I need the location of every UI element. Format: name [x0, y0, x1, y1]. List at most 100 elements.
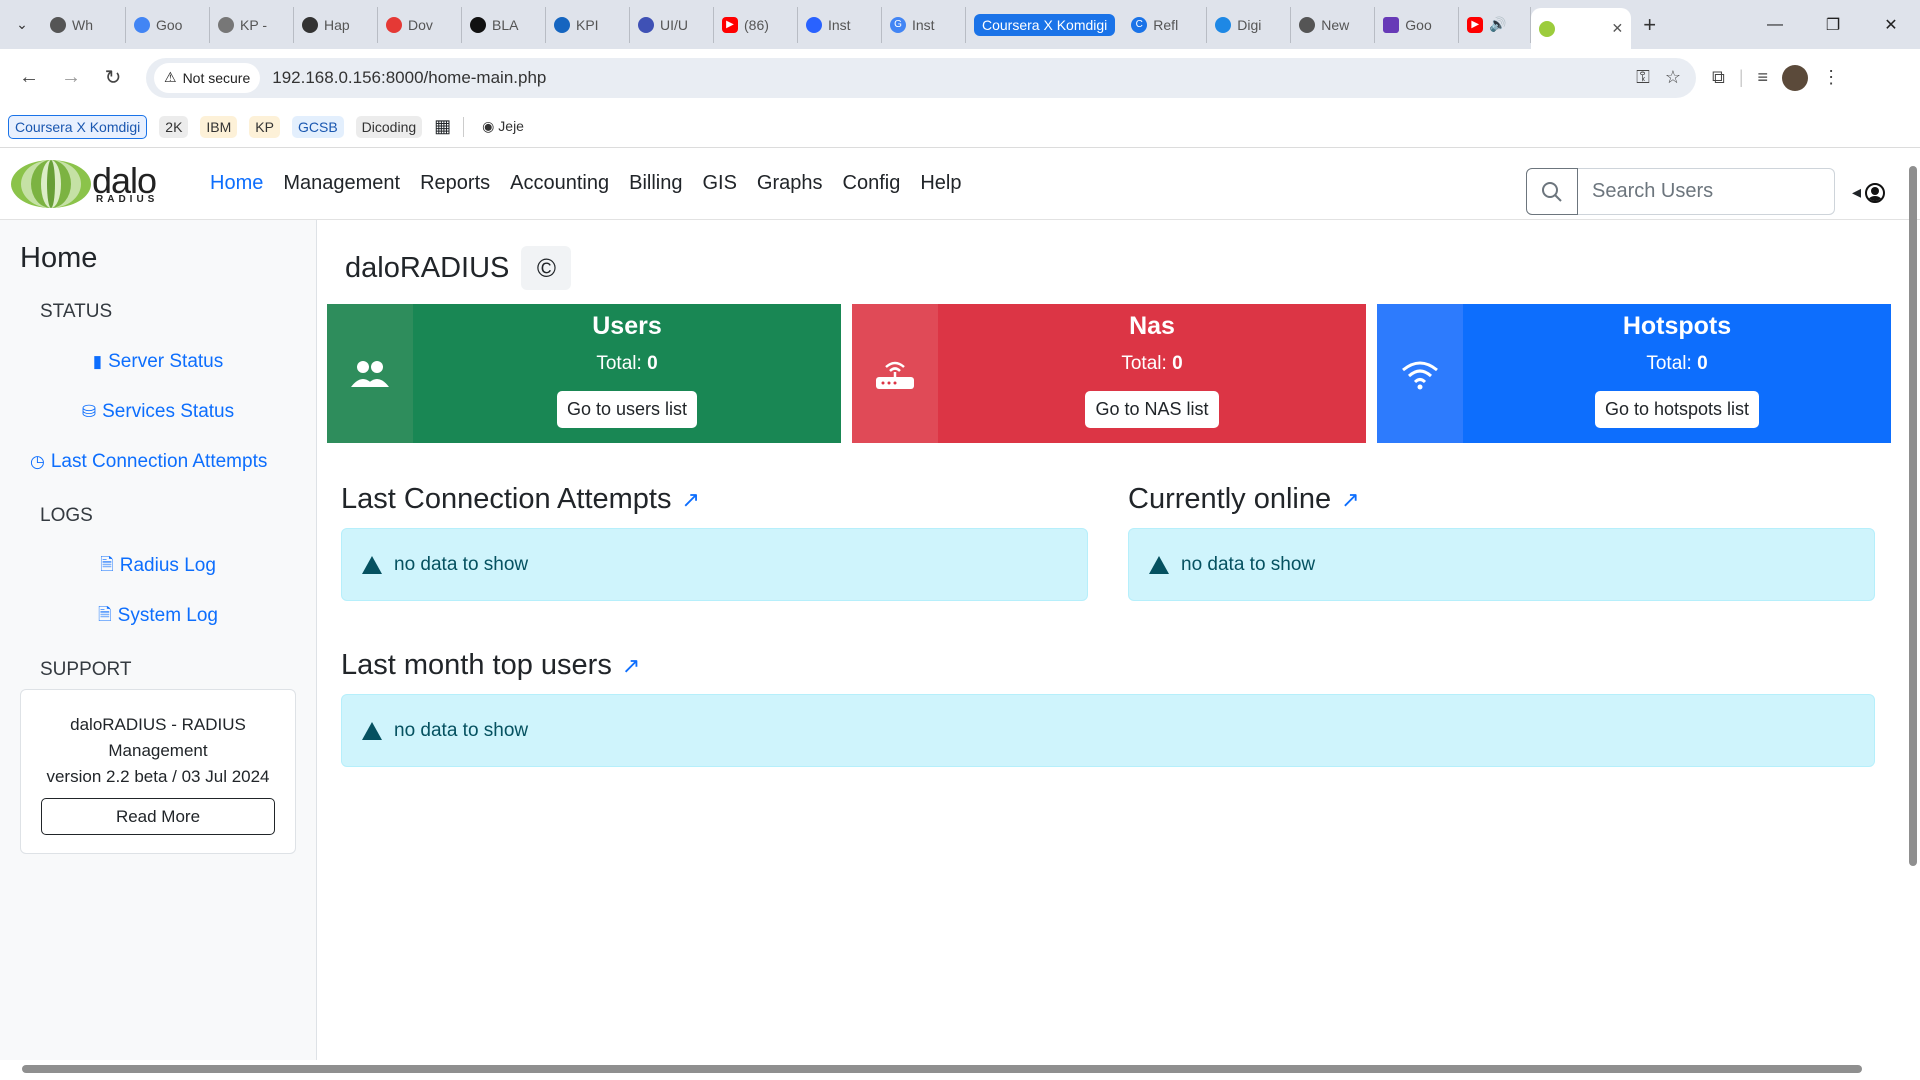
menu-home[interactable]: Home — [200, 172, 273, 195]
browser-tab[interactable]: ▶ 🔊 — [1459, 6, 1532, 43]
go-to-nas-button[interactable]: Go to NAS list — [1085, 391, 1219, 428]
bookmark-group[interactable]: IBM — [200, 115, 238, 138]
scrollbar-thumb[interactable] — [22, 1065, 1862, 1073]
new-tab-button[interactable]: + — [1643, 12, 1656, 38]
bookmark-divider — [463, 116, 465, 137]
menu-dots-icon[interactable]: ⋮ — [1822, 67, 1840, 88]
browser-tab[interactable]: Goo — [1375, 6, 1460, 43]
globe-icon: ◉ — [482, 118, 495, 134]
bookmark-group[interactable]: GCSB — [291, 115, 344, 138]
menu-graphs[interactable]: Graphs — [747, 172, 833, 195]
search-icon — [1542, 181, 1562, 202]
site-info-button[interactable]: ⚠ Not secure — [154, 62, 261, 93]
info-alert: no data to show — [341, 694, 1875, 767]
horizontal-scrollbar[interactable] — [0, 1062, 1906, 1076]
bookmark-group[interactable]: KP — [249, 115, 280, 138]
sidebar-item-server-status[interactable]: ▮ Server Status — [20, 337, 296, 387]
card-total: Total: 0 — [1121, 353, 1182, 375]
menu-config[interactable]: Config — [833, 172, 911, 195]
minimize-icon[interactable]: — — [1746, 0, 1804, 49]
database-icon: ⛁ — [81, 402, 97, 421]
go-to-users-button[interactable]: Go to users list — [556, 391, 698, 428]
menu-accounting[interactable]: Accounting — [500, 172, 619, 195]
sidebar-item-radius-log[interactable]: 🗎 Radius Log — [20, 541, 296, 591]
media-control-icon[interactable]: ≡ — [1758, 67, 1769, 88]
search-input[interactable]: Search Users — [1578, 168, 1835, 215]
user-menu-toggle[interactable]: ◂ — [1852, 182, 1886, 203]
browser-tab[interactable]: Inst — [798, 6, 882, 43]
menu-management[interactable]: Management — [273, 172, 410, 195]
browser-tab[interactable]: KP - — [210, 6, 294, 43]
external-link-icon[interactable]: ↗ — [681, 487, 699, 513]
bookmark-group[interactable]: Coursera X Komdigi — [8, 114, 148, 139]
external-link-icon[interactable]: ↗ — [1341, 487, 1359, 513]
main-content: daloRADIUS © Users Total: 0 Go to users … — [317, 220, 1920, 1060]
scrollbar-thumb[interactable] — [1909, 166, 1917, 866]
tab-title: Inst — [828, 16, 851, 33]
apps-grid-icon[interactable]: ▦ — [434, 116, 451, 137]
bookmark-group[interactable]: 2K — [159, 115, 189, 138]
phone-icon: ▮ — [92, 352, 103, 371]
reload-icon[interactable]: ↻ — [96, 61, 130, 95]
vertical-scrollbar[interactable] — [1906, 156, 1920, 1061]
tab-title: Goo — [1405, 16, 1432, 33]
copyright-button[interactable]: © — [521, 246, 572, 290]
browser-tab[interactable]: BLA — [462, 6, 546, 43]
tab-favicon-icon — [1215, 16, 1232, 33]
sidebar-item-last-connection[interactable]: ◷ Last Connection Attempts — [20, 437, 296, 487]
tab-group-label[interactable]: Coursera X Komdigi — [974, 13, 1116, 36]
close-window-icon[interactable]: ✕ — [1862, 0, 1920, 49]
browser-tab-active[interactable]: ✕ — [1531, 8, 1632, 49]
caret-left-icon: ◂ — [1852, 182, 1862, 202]
extensions-icon[interactable]: ⧉ — [1712, 67, 1725, 88]
profile-avatar[interactable] — [1782, 64, 1809, 91]
browser-toolbar: ← → ↻ ⚠ Not secure 192.168.0.156:8000/hom… — [0, 49, 1920, 106]
menu-help[interactable]: Help — [910, 172, 971, 195]
tab-group[interactable]: Coursera X Komdigi — [966, 7, 1123, 43]
menu-reports[interactable]: Reports — [410, 172, 500, 195]
external-link-icon[interactable]: ↗ — [622, 653, 640, 679]
browser-tab[interactable]: Wh — [42, 6, 126, 43]
back-icon[interactable]: ← — [12, 61, 46, 95]
browser-tab[interactable]: Goo — [126, 6, 210, 43]
read-more-button[interactable]: Read More — [41, 798, 275, 835]
warning-icon — [362, 555, 382, 574]
sidebar-item-label: Last Connection Attempts — [50, 451, 268, 472]
tab-title: Goo — [156, 16, 183, 33]
browser-tab[interactable]: C Refl — [1123, 6, 1208, 43]
daloradius-favicon-icon — [1539, 20, 1556, 37]
url-text[interactable]: 192.168.0.156:8000/home-main.php — [272, 68, 1628, 88]
go-to-hotspots-button[interactable]: Go to hotspots list — [1594, 391, 1760, 428]
browser-tab[interactable]: UI/U — [630, 6, 714, 43]
daloradius-logo[interactable]: dalo RADIUS — [10, 159, 188, 209]
bookmark-group[interactable]: Dicoding — [355, 115, 423, 138]
panel-title: Last month top users — [341, 649, 612, 681]
bookmark-jeje[interactable]: ◉ Jeje — [476, 115, 530, 138]
forward-icon[interactable]: → — [54, 61, 88, 95]
speaker-icon[interactable]: 🔊 — [1489, 16, 1506, 33]
browser-tab[interactable]: G Inst — [882, 6, 966, 43]
summary-cards: Users Total: 0 Go to users list Nas Tota… — [327, 304, 1900, 443]
browser-tab[interactable]: Digi — [1207, 6, 1292, 43]
browser-tab[interactable]: Dov — [378, 6, 462, 43]
tab-search-dropdown[interactable]: ⌄ — [8, 11, 36, 39]
search-button[interactable] — [1526, 168, 1578, 215]
file-text-icon: 🗎 — [100, 554, 114, 574]
tab-title: Wh — [72, 16, 93, 33]
restore-icon[interactable]: ❐ — [1804, 0, 1862, 49]
menu-billing[interactable]: Billing — [619, 172, 692, 195]
close-icon[interactable]: ✕ — [1612, 20, 1624, 37]
menu-gis[interactable]: GIS — [692, 172, 746, 195]
sidebar-item-label: Radius Log — [119, 555, 216, 576]
star-icon[interactable]: ☆ — [1658, 67, 1688, 88]
not-secure-label: Not secure — [182, 69, 251, 86]
sidebar-item-services-status[interactable]: ⛁ Services Status — [20, 387, 296, 437]
browser-tab[interactable]: KPI — [546, 6, 630, 43]
browser-tab[interactable]: ▶ (86) — [714, 6, 798, 43]
tab-title: (86) — [744, 16, 769, 33]
address-bar[interactable]: ⚠ Not secure 192.168.0.156:8000/home-main… — [146, 57, 1696, 98]
sidebar-item-system-log[interactable]: 🗎 System Log — [20, 591, 296, 641]
key-icon[interactable]: ⚿ — [1628, 67, 1658, 88]
browser-tab[interactable]: Hap — [294, 6, 378, 43]
browser-tab[interactable]: New — [1291, 6, 1376, 43]
